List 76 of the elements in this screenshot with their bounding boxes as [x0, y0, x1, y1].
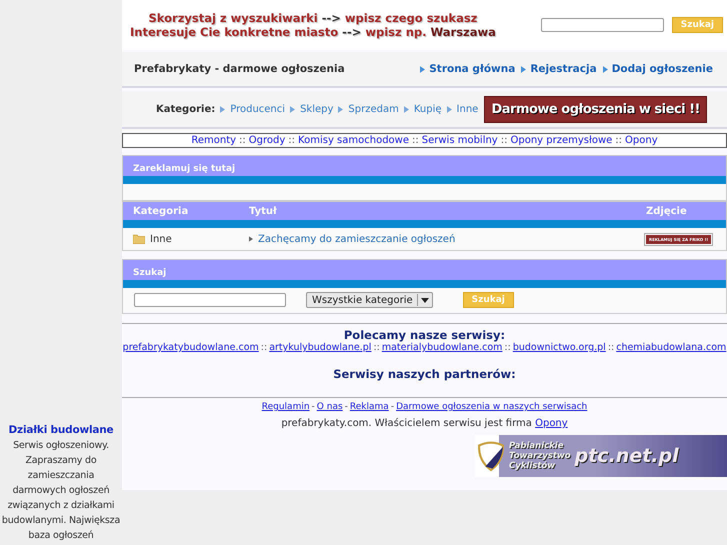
arrow-icon — [521, 66, 526, 72]
sidebar-title[interactable]: Działki budowlane — [8, 424, 114, 436]
separator: - — [390, 402, 394, 412]
separator: :: — [260, 342, 268, 353]
site-link[interactable]: Serwis mobilny — [422, 135, 498, 146]
category-dropdown[interactable]: Wszystkie kategorie — [306, 292, 433, 308]
banner-text: ptc.net.pl — [574, 445, 679, 467]
ad-banner[interactable]: Darmowe ogłoszenia w sieci !! — [484, 96, 707, 122]
slogan-text: Interesuje Cie konkretne miasto — [130, 25, 338, 39]
section-heading: Serwisy naszych partnerów: — [332, 367, 517, 381]
section-title: Zareklamuj się tutaj — [133, 164, 236, 174]
separator: :: — [288, 135, 296, 146]
table-cell: Inne — [150, 234, 172, 244]
slogan-text: wpisz np. — [365, 25, 426, 39]
slogan-text: Skorzystaj z wyszukiwarki — [148, 11, 318, 25]
category-link[interactable]: Producenci — [230, 104, 286, 114]
footer-link[interactable]: O nas — [316, 402, 343, 412]
banner-text: Pabianickie — [509, 441, 564, 451]
banner-text: Cyklistów — [509, 461, 556, 471]
category-link[interactable]: Kupię — [414, 104, 442, 114]
site-title: Prefabrykaty - darmowe ogłoszenia — [134, 63, 345, 75]
nav-link[interactable]: Strona główna — [429, 63, 516, 75]
section-title: Szukaj — [133, 268, 166, 278]
slogan-text: Warszawa — [430, 25, 496, 39]
site-link[interactable]: chemiabudowlana.com — [616, 342, 726, 353]
arrow-icon — [446, 106, 452, 112]
listing-link[interactable]: Zachęcamy do zamieszczanie ogłoszeń — [258, 234, 456, 244]
site-link[interactable]: Ogrody — [248, 135, 286, 146]
site-link[interactable]: budownictwo.org.pl — [512, 342, 606, 353]
site-link[interactable]: artykulybudowlane.pl — [269, 342, 372, 353]
category-link[interactable]: Sprzedam — [348, 104, 399, 114]
search-field[interactable] — [134, 293, 286, 307]
site-link[interactable]: Opony — [625, 135, 658, 146]
nav-link[interactable]: Rejestracja — [530, 63, 597, 75]
category-link[interactable]: Sklepy — [300, 104, 334, 114]
column-header: Zdjęcie — [646, 206, 688, 216]
site-link[interactable]: prefabrykatybudowlane.com — [122, 342, 259, 353]
footer-link[interactable]: Regulamin — [262, 402, 310, 412]
slogan-text: --> — [322, 11, 341, 25]
column-header: Kategoria — [133, 206, 190, 216]
footer-link[interactable]: Reklama — [350, 402, 389, 412]
arrow-icon — [338, 106, 344, 112]
owner-link[interactable]: Opony — [535, 418, 568, 429]
nav-link[interactable]: Dodaj ogłoszenie — [612, 63, 713, 75]
arrow-icon — [602, 66, 608, 72]
separator: :: — [239, 135, 246, 146]
slogan-text: wpisz czego szukasz — [344, 11, 478, 25]
separator: :: — [500, 135, 508, 146]
separator: :: — [608, 342, 614, 353]
section-heading: Polecamy nasze serwisy: — [342, 328, 506, 342]
site-link[interactable]: Opony przemysłowe — [510, 135, 612, 146]
separator: - — [344, 402, 348, 412]
footer-link[interactable]: Darmowe ogłoszenia w naszych serwisach — [396, 402, 588, 412]
site-link[interactable]: materialybudowlane.com — [382, 342, 502, 353]
caret-icon — [420, 298, 429, 302]
categories-label: Kategorie: — [156, 104, 216, 114]
separator: :: — [504, 342, 511, 353]
search-field[interactable] — [540, 18, 664, 32]
separator: - — [312, 402, 315, 412]
site-link[interactable]: Komisy samochodowe — [298, 135, 409, 146]
banner-text: Towarzystwo — [509, 451, 571, 461]
sidebar-text: Serwis ogłoszeniowy. Zapraszamy do zamieszczania darmowych ogłoszeń związanych z działkami budowlanymi. Największa baza ogłoszeń — [0, 439, 122, 543]
arrow-icon — [249, 236, 253, 242]
folder-icon — [133, 234, 145, 244]
separator: :: — [373, 342, 380, 353]
separator: :: — [412, 135, 419, 146]
category-link[interactable]: Inne — [456, 104, 478, 114]
arrow-icon — [404, 106, 409, 112]
arrow-icon — [420, 66, 426, 72]
arrow-icon — [220, 106, 226, 112]
slogan-text: --> — [342, 25, 362, 39]
column-header: Tytuł — [249, 206, 278, 216]
arrow-icon — [290, 106, 296, 112]
owner-text: prefabrykaty.com. Właścicielem serwisu jest firma — [281, 418, 532, 429]
separator: :: — [615, 135, 622, 146]
site-link[interactable]: Remonty — [191, 135, 236, 146]
